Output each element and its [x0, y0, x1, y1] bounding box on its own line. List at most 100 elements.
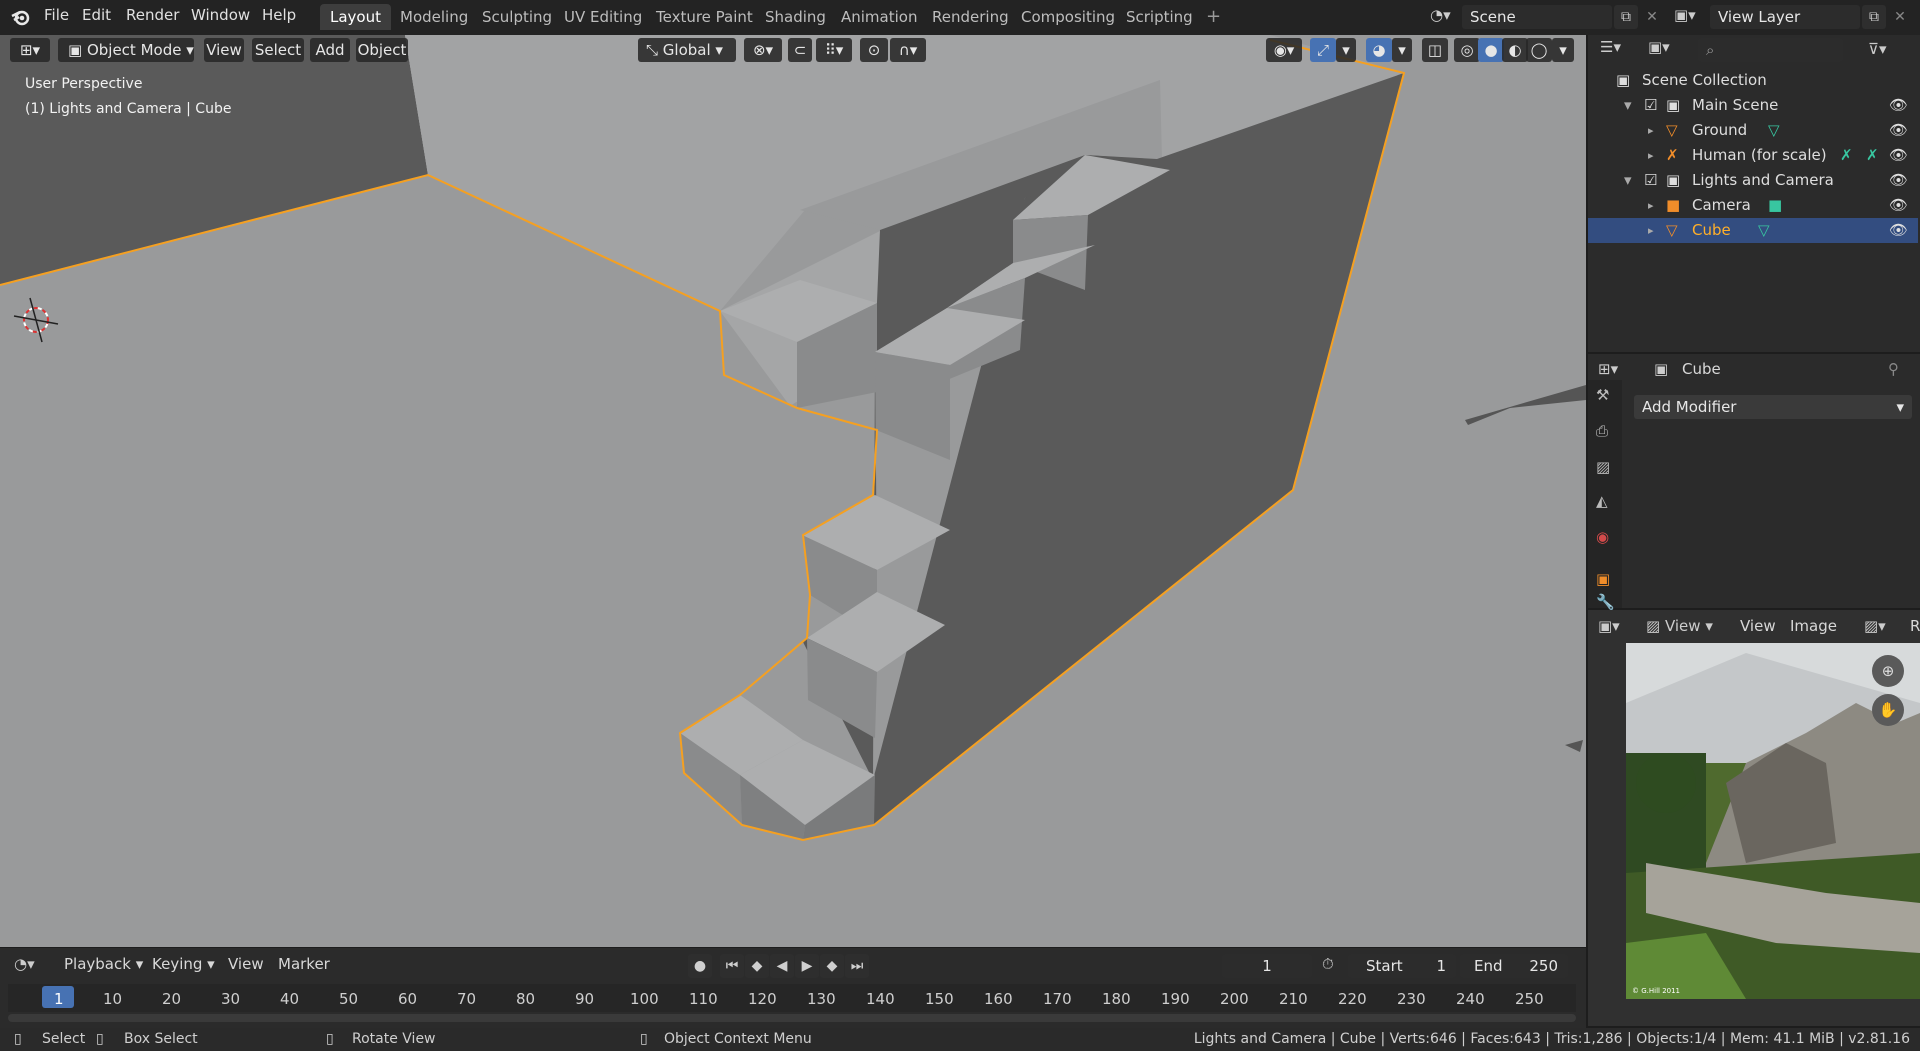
tab-rendering[interactable]: Rendering [922, 4, 1019, 30]
expand-arrow-icon[interactable]: ▾ [1624, 168, 1632, 193]
close-scene-icon[interactable]: ✕ [1640, 5, 1664, 29]
eye-icon[interactable]: 👁 [1889, 143, 1908, 168]
current-frame-field[interactable]: 1 [1222, 954, 1312, 978]
outliner-row-ground[interactable]: ▸ ▽ Ground ▽ 👁 [1588, 118, 1918, 143]
tab-scripting[interactable]: Scripting [1116, 4, 1203, 30]
add-modifier-dropdown[interactable]: Add Modifier ▾ [1634, 395, 1912, 419]
pose-icon[interactable]: ✗ [1866, 143, 1879, 168]
modifier-tab-icon[interactable]: 🔧 [1596, 593, 1615, 611]
image-view-menu[interactable]: View [1740, 617, 1776, 635]
view-layer-tab-icon[interactable]: ▨ [1596, 458, 1610, 476]
armature-data-icon[interactable]: ✗ [1840, 143, 1853, 168]
display-mode-icon[interactable]: ▣▾ [1648, 38, 1684, 62]
select-menu[interactable]: Select [252, 38, 304, 62]
tab-animation[interactable]: Animation [831, 4, 927, 30]
menu-render[interactable]: Render [126, 6, 179, 24]
eye-icon[interactable]: 👁 [1889, 118, 1908, 143]
eye-icon[interactable]: 👁 [1889, 168, 1908, 193]
overlays-dropdown-icon[interactable]: ▾ [1392, 38, 1412, 62]
shading-dropdown-icon[interactable]: ▾ [1552, 38, 1574, 62]
timeline-editor-type-icon[interactable]: ◔▾ [14, 955, 35, 973]
view-menu[interactable]: View [204, 38, 244, 62]
image-browse-icon[interactable]: ▨▾ [1864, 617, 1886, 635]
tab-texture-paint[interactable]: Texture Paint [646, 4, 763, 30]
expand-arrow-icon[interactable]: ▸ [1648, 218, 1654, 243]
proportional-edit-icon[interactable]: ⊙ [860, 38, 888, 62]
object-mode-dropdown[interactable]: ▣ Object Mode ▾ [58, 38, 194, 62]
outliner-row-human[interactable]: ▸ ✗ Human (for scale) ✗ ✗ 👁 [1588, 143, 1918, 168]
menu-edit[interactable]: Edit [82, 6, 111, 24]
material-shading-icon[interactable]: ◐ [1502, 38, 1528, 62]
eye-icon[interactable]: 👁 [1889, 193, 1908, 218]
pivot-icon[interactable]: ⊗▾ [744, 38, 782, 62]
image-editor-type-icon[interactable]: ▣▾ [1598, 617, 1620, 635]
add-workspace-button[interactable]: + [1196, 4, 1231, 30]
camera-data-icon[interactable]: ■ [1768, 193, 1782, 218]
outliner-editor-type-icon[interactable]: ☰▾ [1600, 38, 1636, 62]
menu-window[interactable]: Window [191, 6, 250, 24]
view-layer-field[interactable]: View Layer [1710, 5, 1860, 29]
render-tab-icon[interactable]: ⎙ [1596, 422, 1608, 440]
mesh-data-icon[interactable]: ▽ [1758, 218, 1770, 243]
visibility-icon[interactable]: ◉▾ [1266, 38, 1302, 62]
preview-range-icon[interactable]: ⏱ [1322, 955, 1334, 973]
expand-arrow-icon[interactable]: ▸ [1648, 118, 1654, 143]
keying-menu[interactable]: Keying ▾ [152, 955, 215, 973]
timeline-view-menu[interactable]: View [228, 955, 264, 973]
snap-target-icon[interactable]: ⠿▾ [816, 38, 852, 62]
wireframe-shading-icon[interactable]: ◎ [1454, 38, 1480, 62]
overlays-icon[interactable]: ◕ [1366, 38, 1392, 62]
eye-icon[interactable]: 👁 [1889, 93, 1908, 118]
xray-icon[interactable]: ◫ [1422, 38, 1448, 62]
play-icon[interactable]: ▶ [795, 954, 819, 978]
outliner-row-lights-and-camera[interactable]: ▾ ☑ ▣ Lights and Camera 👁 [1588, 168, 1918, 193]
prev-keyframe-icon[interactable]: ◆ [745, 954, 769, 978]
marker-menu[interactable]: Marker [278, 955, 330, 973]
tab-compositing[interactable]: Compositing [1011, 4, 1125, 30]
zoom-icon[interactable]: ⊕ [1872, 655, 1904, 687]
gizmo-icon[interactable]: ⤢ [1310, 38, 1336, 62]
world-tab-icon[interactable]: ◉ [1596, 528, 1609, 546]
pan-hand-icon[interactable]: ✋ [1872, 694, 1904, 726]
tab-modeling[interactable]: Modeling [390, 4, 478, 30]
view-layer-icon[interactable]: ▣▾ [1674, 6, 1708, 28]
solid-shading-icon[interactable]: ● [1478, 38, 1504, 62]
editor-type-button[interactable]: ⊞▾ [10, 38, 50, 62]
properties-editor-type-icon[interactable]: ⊞▾ [1598, 360, 1618, 378]
playback-menu[interactable]: Playback ▾ [64, 955, 143, 973]
record-icon[interactable]: ● [688, 954, 712, 978]
eye-icon[interactable]: 👁 [1889, 218, 1908, 243]
blender-logo-icon[interactable] [10, 6, 32, 28]
tool-tab-icon[interactable]: ⚒ [1596, 386, 1609, 404]
filter-icon[interactable]: ⊽▾ [1868, 40, 1887, 58]
checkbox-icon[interactable]: ☑ [1644, 93, 1657, 118]
outliner-row-scene-collection[interactable]: ▣ Scene Collection [1588, 68, 1918, 93]
orientation-dropdown[interactable]: ⤡ Global ▾ [638, 38, 736, 62]
next-keyframe-icon[interactable]: ◆ [820, 954, 844, 978]
outliner-row-camera[interactable]: ▸ ■ Camera ■ 👁 [1588, 193, 1918, 218]
new-scene-icon[interactable]: ⧉ [1614, 5, 1638, 29]
snap-icon[interactable]: ⊂ [788, 38, 812, 62]
image-editor-view-dropdown[interactable]: ▨ View ▾ [1646, 617, 1713, 635]
tab-shading[interactable]: Shading [755, 4, 836, 30]
checkbox-icon[interactable]: ☑ [1644, 168, 1657, 193]
outliner-search-input[interactable]: ⌕ [1698, 38, 1843, 62]
menu-help[interactable]: Help [262, 6, 296, 24]
outliner-row-main-scene[interactable]: ▾ ☑ ▣ Main Scene 👁 [1588, 93, 1918, 118]
scene-icon[interactable]: ◔▾ [1430, 6, 1460, 28]
scene-field[interactable]: Scene [1462, 5, 1612, 29]
timeline-scrollbar[interactable] [8, 1014, 1576, 1022]
tab-uv-editing[interactable]: UV Editing [554, 4, 652, 30]
new-view-layer-icon[interactable]: ⧉ [1862, 5, 1886, 29]
outliner-row-cube[interactable]: ▸ ▽ Cube ▽ 👁 [1588, 218, 1918, 243]
start-frame-field[interactable]: Start 1 [1348, 954, 1456, 978]
object-menu[interactable]: Object [356, 38, 408, 62]
play-reverse-icon[interactable]: ◀ [770, 954, 794, 978]
menu-file[interactable]: File [44, 6, 69, 24]
expand-arrow-icon[interactable]: ▾ [1624, 93, 1632, 118]
end-frame-field[interactable]: End 250 [1460, 954, 1568, 978]
object-tab-icon[interactable]: ▣ [1596, 570, 1610, 588]
image-menu[interactable]: Image [1790, 617, 1837, 635]
jump-end-icon[interactable]: ⏭ [845, 954, 869, 978]
rendered-shading-icon[interactable]: ◯ [1526, 38, 1552, 62]
